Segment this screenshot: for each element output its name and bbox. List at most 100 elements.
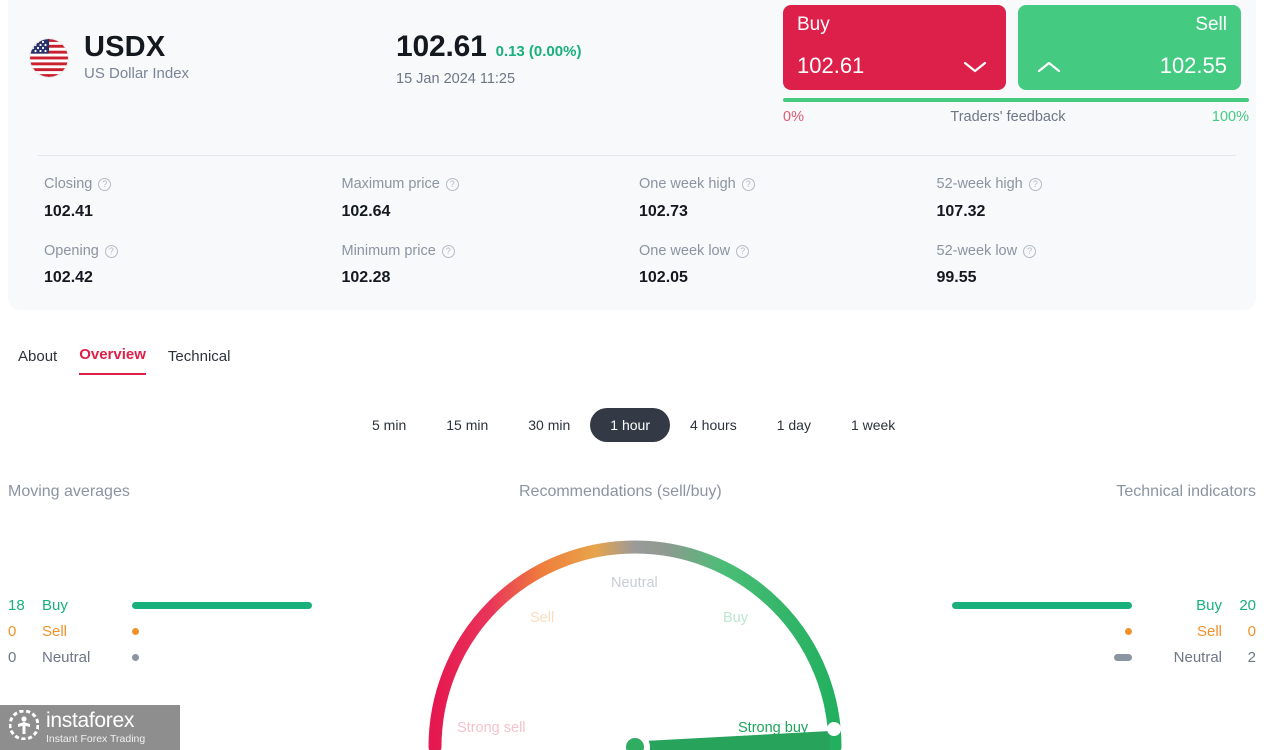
stat-cell: 52-week low? 99.55 xyxy=(937,242,1235,288)
technical-indicators-panel: Buy 20 Sell 0 Neutral 2 xyxy=(936,592,1256,670)
signal-count: 0 xyxy=(8,622,17,640)
gauge-label-buy: Buy xyxy=(723,610,749,626)
stat-label: One week low? xyxy=(639,242,937,262)
stat-value: 107.32 xyxy=(936,202,986,220)
stat-label-text: Maximum price xyxy=(341,176,440,192)
chevron-down-icon xyxy=(962,60,988,74)
signal-count: 20 xyxy=(1239,596,1256,614)
feedback-legend: 0% Traders' feedback 100% xyxy=(783,109,1249,125)
timeframe-15-min[interactable]: 15 min xyxy=(426,408,508,442)
stat-label: Minimum price? xyxy=(342,242,640,262)
stat-label: 52-week high? xyxy=(937,175,1235,195)
trade-panel: Buy 102.61 Sell 102.55 0% Traders' feedb… xyxy=(783,5,1249,125)
signal-bar-wrap xyxy=(936,627,1150,635)
signal-name: Sell xyxy=(42,622,68,640)
signal-name: Buy xyxy=(1196,596,1222,614)
stat-label-text: 52-week low xyxy=(936,242,1018,259)
stat-value: 102.64 xyxy=(341,202,391,220)
sell-price: 102.55 xyxy=(1159,53,1227,78)
signal-count: 0 xyxy=(1247,622,1256,640)
instrument-text: USDX US Dollar Index xyxy=(84,31,189,83)
stat-value: 102.73 xyxy=(639,202,688,220)
signal-bar-wrap xyxy=(114,653,328,661)
stat-label-text: One week low xyxy=(639,242,731,259)
signal-row: 0 Neutral xyxy=(8,644,328,670)
timeframe-1-week[interactable]: 1 week xyxy=(831,408,915,442)
feedback-buy-pct: 0% xyxy=(783,109,804,125)
timeframe-selector: 5 min 15 min 30 min 1 hour 4 hours 1 day 1 wee… xyxy=(352,408,915,442)
statistics-grid: Closing? 102.41 Maximum price? 102.64 One we… xyxy=(44,175,1234,287)
timeframe-1-day[interactable]: 1 day xyxy=(757,408,831,442)
quote-block: 102.61 0.13 (0.00%) 15 Jan 2024 11:25 xyxy=(396,30,581,87)
help-icon[interactable]: ? xyxy=(741,178,755,192)
help-icon[interactable]: ? xyxy=(1028,178,1042,192)
buy-button[interactable]: Buy 102.61 xyxy=(783,5,1006,90)
help-icon[interactable]: ? xyxy=(98,178,112,192)
help-icon[interactable]: ? xyxy=(736,244,750,258)
signal-row: Sell 0 xyxy=(936,618,1256,644)
stat-label: 52-week low? xyxy=(937,242,1235,262)
tab-technical[interactable]: Technical xyxy=(168,348,231,375)
stat-cell: One week low? 102.05 xyxy=(639,242,937,288)
quote-timestamp: 15 Jan 2024 11:25 xyxy=(396,71,516,87)
stat-value: 102.41 xyxy=(44,202,93,220)
stat-cell: One week high? 102.73 xyxy=(639,175,937,221)
signal-row: Buy 20 xyxy=(936,592,1256,618)
feedback-sell-pct: 100% xyxy=(1211,109,1249,125)
signal-count: 18 xyxy=(8,596,25,614)
signal-name: Buy xyxy=(42,596,68,614)
stat-label-text: Opening xyxy=(44,242,99,259)
stat-label: Opening? xyxy=(44,242,342,262)
signal-bar xyxy=(1125,627,1132,635)
instaforex-logo-text: instaforex Instant Forex Trading xyxy=(46,710,145,745)
sell-label: Sell xyxy=(1195,14,1227,35)
quote-change: 0.13 (0.00%) xyxy=(495,43,582,60)
stat-value: 102.05 xyxy=(639,269,688,287)
timeframe-1-hour[interactable]: 1 hour xyxy=(590,408,670,442)
instrument-symbol: USDX xyxy=(84,31,166,63)
card-divider xyxy=(38,155,1236,156)
gauge-marker-dot xyxy=(827,722,841,736)
stat-value: 99.55 xyxy=(936,269,977,287)
instrument-header: USDX US Dollar Index xyxy=(30,31,189,83)
tab-overview[interactable]: Overview xyxy=(79,346,146,375)
technical-indicators-title: Technical indicators xyxy=(1116,483,1256,500)
chevron-up-icon xyxy=(1036,60,1062,74)
sell-button[interactable]: Sell 102.55 xyxy=(1018,5,1241,90)
instrument-overview-page: USDX US Dollar Index 102.61 0.13 (0.00%)… xyxy=(0,0,1264,750)
stat-cell: Opening? 102.42 xyxy=(44,242,342,288)
signal-bar-wrap xyxy=(114,601,328,609)
stat-label: One week high? xyxy=(639,175,937,195)
timeframe-30-min[interactable]: 30 min xyxy=(508,408,590,442)
traders-feedback: 0% Traders' feedback 100% xyxy=(783,98,1249,125)
instaforex-mark-icon xyxy=(8,709,40,745)
signal-bar-wrap xyxy=(114,627,328,635)
feedback-sell-fill xyxy=(783,98,1249,102)
help-icon[interactable]: ? xyxy=(445,178,459,192)
instaforex-logo[interactable]: instaforex Instant Forex Trading xyxy=(0,705,180,750)
signal-bar xyxy=(1114,653,1132,661)
gauge-label-strong-buy: Strong buy xyxy=(738,720,809,736)
stat-cell: Maximum price? 102.64 xyxy=(342,175,640,221)
signal-name: Neutral xyxy=(1173,648,1222,666)
stat-cell: 52-week high? 107.32 xyxy=(937,175,1235,221)
timeframe-5-min[interactable]: 5 min xyxy=(352,408,426,442)
stat-label: Closing? xyxy=(44,175,342,195)
help-icon[interactable]: ? xyxy=(441,244,455,258)
quote-price: 102.61 xyxy=(396,30,487,63)
instaforex-name: instaforex xyxy=(46,709,135,733)
tab-about[interactable]: About xyxy=(18,348,57,375)
signal-name: Neutral xyxy=(42,648,91,666)
recommendations-gauge: Strong sell Sell Neutral Buy Strong buy xyxy=(420,505,850,750)
stat-label-text: 52-week high xyxy=(936,176,1023,192)
us-flag-icon xyxy=(30,38,68,77)
gauge-label-neutral: Neutral xyxy=(611,575,658,591)
section-tabs: About Overview Technical xyxy=(18,346,230,375)
signal-bar xyxy=(132,601,312,609)
help-icon[interactable]: ? xyxy=(1023,244,1037,258)
timeframe-4-hours[interactable]: 4 hours xyxy=(670,408,757,442)
gauge-label-sell: Sell xyxy=(530,610,554,626)
gauge-label-strong-sell: Strong sell xyxy=(457,720,526,736)
help-icon[interactable]: ? xyxy=(104,244,118,258)
buy-price: 102.61 xyxy=(797,53,865,78)
